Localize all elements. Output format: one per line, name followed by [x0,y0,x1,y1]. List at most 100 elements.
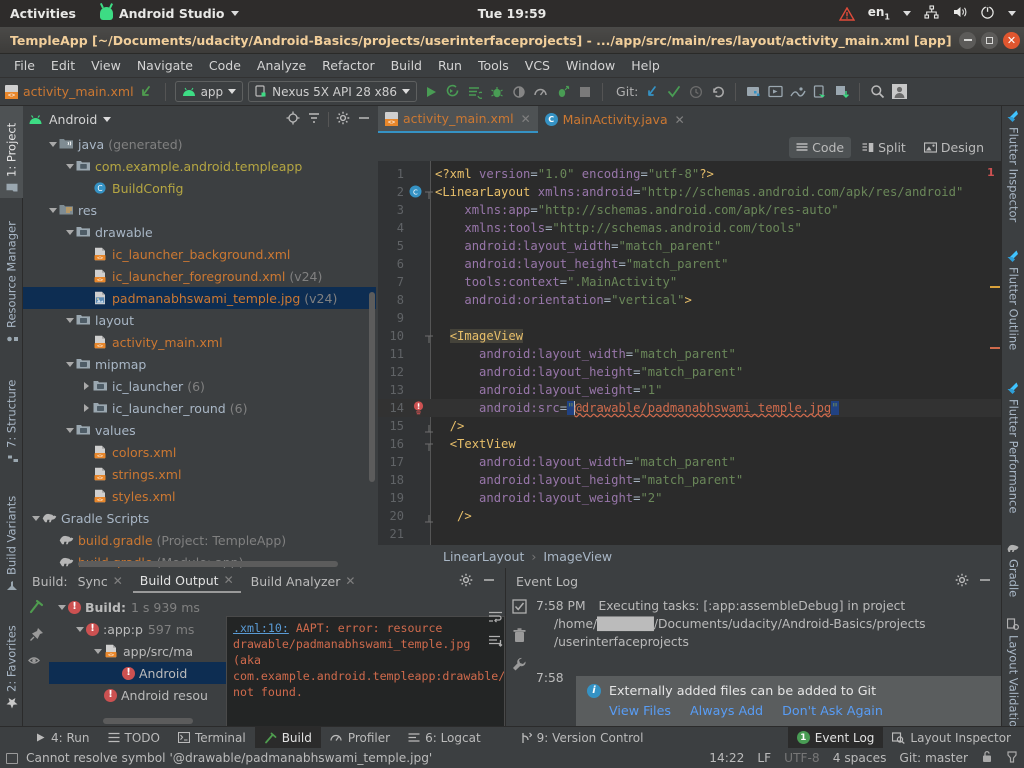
project-tree-hscrollbar[interactable] [78,561,338,567]
update-project-icon[interactable] [643,83,660,100]
code-line-19[interactable]: 19 android:layout_weight="2" [378,489,1001,507]
gutter-marks[interactable] [408,363,430,381]
sidebar-item-gradle[interactable]: Gradle [1002,538,1024,610]
tab-build-analyzer[interactable]: Build Analyzer ✕ [244,571,363,592]
gutter-marks[interactable] [408,291,430,309]
error-count-badge[interactable]: 1 [987,165,999,179]
chevron-down-icon[interactable] [63,427,76,433]
menu-refactor[interactable]: Refactor [314,56,382,75]
caret-position[interactable]: 14:22 [709,751,744,765]
sidebar-item-flutter-outline[interactable]: Flutter Outline [1002,246,1024,368]
menu-help[interactable]: Help [623,56,668,75]
tree-item-ic-launcher[interactable]: ic_launcher (6) [23,375,376,397]
error-link[interactable]: .xml:10: [233,621,289,635]
tree-item-res[interactable]: res [23,199,376,221]
history-icon[interactable] [687,83,704,100]
tree-item-com-example-android-templeapp[interactable]: com.example.android.templeapp [23,155,376,177]
git-branch[interactable]: Git: master [899,751,968,765]
open-file-indicator[interactable]: activity_main.xml [5,84,134,99]
tree-item-buildconfig[interactable]: C BuildConfig [23,177,376,199]
tree-item-ic-launcher-background-xml[interactable]: <> ic_launcher_background.xml [23,243,376,265]
error-stripe[interactable]: 1 [987,161,1001,545]
close-icon[interactable]: ✕ [224,573,234,587]
mode-split-button[interactable]: Split [855,137,913,158]
tool-button-profiler[interactable]: Profiler [321,727,399,749]
gutter-marks[interactable] [408,237,430,255]
search-icon[interactable] [869,83,886,100]
code-line-18[interactable]: 18 android:layout_height="match_parent" [378,471,1001,489]
chevron-down-icon[interactable] [63,361,76,367]
error-bulb-icon[interactable] [412,401,425,415]
mode-design-button[interactable]: Design [917,137,991,158]
device-manager-icon[interactable] [833,83,850,100]
gutter-marks[interactable] [408,381,430,399]
tree-item-colors-xml[interactable]: <> colors.xml [23,441,376,463]
module-combo[interactable]: app [174,81,244,102]
tree-item-padmanabhswami-temple-jpg[interactable]: padmanabhswami_temple.jpg (v24) [23,287,376,309]
chevron-down-icon[interactable] [63,317,76,323]
tree-item-drawable[interactable]: drawable [23,221,376,243]
view-files-link[interactable]: View Files [609,703,671,718]
code-line-6[interactable]: 6 android:layout_height="match_parent" [378,255,1001,273]
tree-item-styles-xml[interactable]: <> styles.xml [23,485,376,507]
sidebar-item-structure[interactable]: 7: Structure [0,359,23,469]
gutter-marks[interactable] [408,165,430,183]
gnome-app-menu[interactable]: Android Studio [99,6,239,21]
sidebar-item-favorites[interactable]: 2: Favorites [0,603,23,713]
warning-triangle-icon[interactable] [838,6,855,21]
tree-item-strings-xml[interactable]: <> strings.xml [23,463,376,485]
code-line-12[interactable]: 12 android:layout_height="match_parent" [378,363,1001,381]
chevron-down-icon[interactable] [103,116,112,122]
close-icon[interactable]: ✕ [345,574,355,588]
gear-icon[interactable] [955,573,969,590]
gutter-marks[interactable] [408,255,430,273]
scroll-to-end-icon[interactable] [488,634,503,651]
code-line-2[interactable]: 2 C <LinearLayout xmlns:android="http://sc… [378,183,1001,201]
close-icon[interactable]: ✕ [521,112,531,126]
locate-icon[interactable] [286,111,300,128]
gutter-marks[interactable] [408,345,430,363]
menu-run[interactable]: Run [430,56,470,75]
code-line-5[interactable]: 5 android:layout_width="match_parent" [378,237,1001,255]
sidebar-item-resource-manager[interactable]: Resource Manager [0,201,23,349]
apply-changes-icon[interactable] [466,83,483,100]
gutter-marks[interactable] [408,309,430,327]
network-icon[interactable] [924,5,939,22]
layout-inspector-icon[interactable] [811,83,828,100]
code-line-17[interactable]: 17 android:layout_width="match_parent" [378,453,1001,471]
volume-icon[interactable] [952,5,967,22]
git-notification-popup[interactable]: i Externally added files can be added to… [576,676,1001,726]
chevron-down-icon[interactable] [55,604,68,610]
minimize-button[interactable] [959,31,976,49]
tool-button-todo[interactable]: TODO [99,727,169,749]
code-line-11[interactable]: 11 android:layout_width="match_parent" [378,345,1001,363]
menu-tools[interactable]: Tools [470,56,517,75]
menu-analyze[interactable]: Analyze [249,56,314,75]
build-hammer-icon[interactable] [28,599,44,618]
language-indicator[interactable]: en1 [868,5,890,21]
tab-activity-main-xml[interactable]: activity_main.xml ✕ [378,106,538,133]
chevron-right-icon[interactable] [80,404,93,412]
fold-marker-icon[interactable] [424,331,434,343]
tree-item-gradle-scripts[interactable]: Gradle Scripts [23,507,376,529]
gutter-marks[interactable] [408,471,430,489]
sidebar-item-build-variants[interactable]: Build Variants [0,476,23,596]
gnome-clock[interactable]: Tue 19:59 [478,6,547,21]
gear-icon[interactable] [336,111,350,128]
menu-window[interactable]: Window [558,56,623,75]
gutter-marks[interactable] [408,273,430,291]
tree-item-ic-launcher-round[interactable]: ic_launcher_round (6) [23,397,376,419]
debug-run-icon[interactable] [444,83,461,100]
project-tree[interactable]: java (generated) com.example.android.templ… [23,132,376,568]
chevron-down-icon[interactable] [91,648,104,654]
activities-button[interactable]: Activities [10,6,76,21]
tool-button-logcat[interactable]: 6: Logcat [399,727,490,749]
tab-sync[interactable]: Sync ✕ [71,571,130,592]
tool-button-terminal[interactable]: Terminal [169,727,255,749]
code-line-16[interactable]: 16 <TextView [378,435,1001,453]
file-encoding[interactable]: UTF-8 [784,751,820,765]
gear-icon[interactable] [459,573,473,590]
fold-marker-icon[interactable] [424,187,434,199]
code-editor[interactable]: 1 <?xml version="1.0" encoding="utf-8"?> 2… [378,161,1001,545]
menu-view[interactable]: View [83,56,129,75]
